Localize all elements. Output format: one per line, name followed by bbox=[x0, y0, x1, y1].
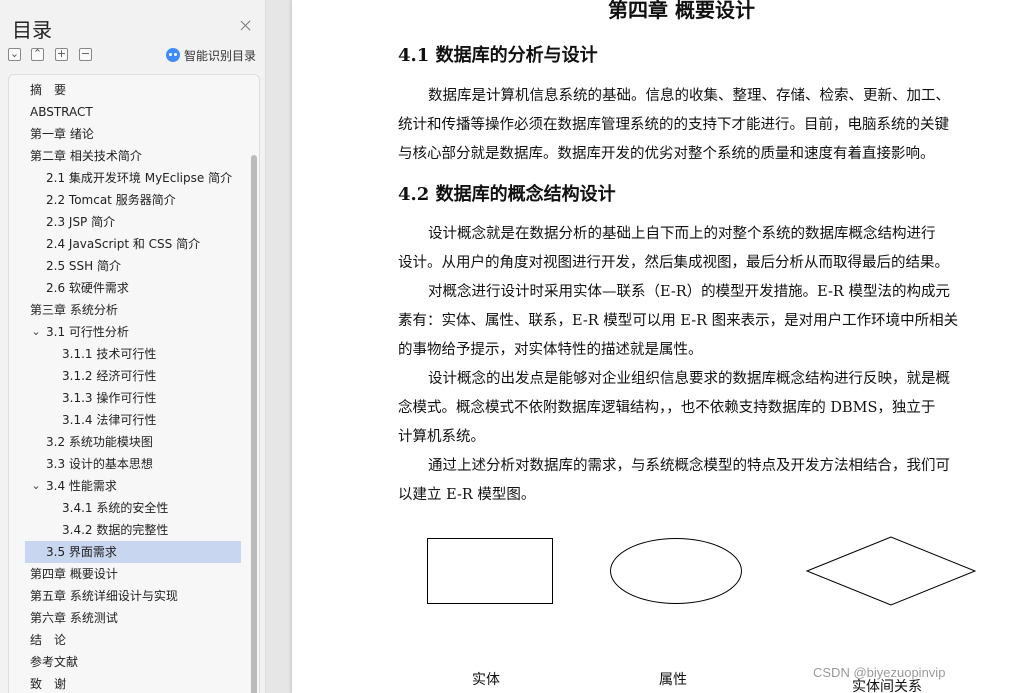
toc-item[interactable]: 2.6 软硬件需求 bbox=[25, 277, 241, 299]
toc-item[interactable]: ⌄ 3.4 性能需求 bbox=[25, 475, 241, 497]
paragraph-line: 设计概念的出发点是能够对企业组织信息要求的数据库概念结构进行反映，就是概 bbox=[428, 371, 950, 387]
chevron-right-icon[interactable]: › bbox=[25, 123, 26, 145]
toc-item[interactable]: 摘 要 bbox=[25, 79, 241, 101]
document-page: 第四章 概要设计 4.1 数据库的分析与设计 数据库是计算机信息系统的基础。信息… bbox=[292, 0, 1009, 693]
toc-item[interactable]: 3.2 系统功能模块图 bbox=[25, 431, 241, 453]
toc-item[interactable]: › 第五章 系统详细设计与实现 bbox=[25, 585, 241, 607]
figure-caption-entity: 实体 bbox=[472, 672, 500, 688]
toc-item-label: 2.5 SSH 简介 bbox=[46, 259, 121, 273]
section-heading-4-1: 4.1 数据库的分析与设计 bbox=[398, 45, 598, 66]
toc-item[interactable]: › 第四章 概要设计 bbox=[25, 563, 241, 585]
toc-item[interactable]: 2.1 集成开发环境 MyEclipse 简介 bbox=[25, 167, 241, 189]
toc-item[interactable]: ⌄ 第三章 系统分析 bbox=[25, 299, 241, 321]
toc-item-label: 参考文献 bbox=[30, 655, 79, 669]
toc-item-label: 3.2 系统功能模块图 bbox=[46, 435, 153, 449]
toc-item[interactable]: 3.1.4 法律可行性 bbox=[25, 409, 241, 431]
chevron-right-icon[interactable]: › bbox=[25, 585, 26, 607]
section-heading-4-2: 4.2 数据库的概念结构设计 bbox=[398, 184, 616, 205]
toc-item[interactable]: 3.5 界面需求 bbox=[25, 541, 241, 563]
toc-item[interactable]: 3.1.3 操作可行性 bbox=[25, 387, 241, 409]
expand-level-button[interactable]: ⌃ bbox=[31, 47, 44, 61]
toc-item-label: 3.1 可行性分析 bbox=[46, 325, 129, 339]
toc-item[interactable]: › 第六章 系统测试 bbox=[25, 607, 241, 629]
toc-item-label: 第二章 相关技术简介 bbox=[30, 149, 142, 163]
toc-item-label: 第五章 系统详细设计与实现 bbox=[30, 589, 178, 603]
toc-item[interactable]: 2.3 JSP 简介 bbox=[25, 211, 241, 233]
close-icon[interactable] bbox=[238, 18, 254, 34]
toc-item-label: 3.1.2 经济可行性 bbox=[62, 369, 157, 383]
paragraph-line: 统计和传播等操作必须在数据库管理系统的的支持下才能进行。目前，电脑系统的关键 bbox=[398, 117, 949, 133]
shrink-button[interactable]: − bbox=[79, 47, 92, 61]
figure-caption-attribute: 属性 bbox=[659, 672, 687, 688]
toc-item-label: 3.4.1 系统的安全性 bbox=[62, 501, 169, 515]
toc-item[interactable]: ABSTRACT bbox=[25, 101, 241, 123]
toc-item-label: 第三章 系统分析 bbox=[30, 303, 118, 317]
relationship-diamond-shape bbox=[806, 536, 976, 606]
toc-item-label: 第一章 绪论 bbox=[30, 127, 94, 141]
toc-item[interactable]: ⌄ 3.1 可行性分析 bbox=[25, 321, 241, 343]
paragraph-line: 对概念进行设计时采用实体—联系（E-R）的模型开发措施。E-R 模型法的构成元 bbox=[428, 284, 950, 300]
paragraph-line: 设计。从用户的角度对视图进行开发，然后集成视图，最后分析从而取得最后的结果。 bbox=[398, 255, 949, 271]
paragraph-line: 的事物给予提示，对实体特性的描述就是属性。 bbox=[398, 342, 703, 358]
chevron-down-icon[interactable]: ⌄ bbox=[25, 299, 26, 321]
toc-item[interactable]: 3.4.2 数据的完整性 bbox=[25, 519, 241, 541]
toc-item[interactable]: 致 谢 bbox=[25, 673, 241, 693]
expand-button[interactable]: + bbox=[55, 47, 68, 61]
toc-item-label: 3.1.4 法律可行性 bbox=[62, 413, 157, 427]
paragraph-line: 以建立 E-R 模型图。 bbox=[398, 487, 536, 503]
ai-toc-label: 智能识别目录 bbox=[184, 48, 257, 63]
toc-item[interactable]: 3.1.1 技术可行性 bbox=[25, 343, 241, 365]
paragraph-line: 与核心部分就是数据库。数据库开发的优劣对整个系统的质量和速度有着直接影响。 bbox=[398, 146, 935, 162]
ai-toc-button[interactable]: 智能识别目录 bbox=[166, 47, 256, 63]
ai-robot-icon bbox=[166, 48, 180, 62]
chevron-down-icon[interactable]: ⌄ bbox=[25, 145, 26, 167]
toc-item-label: 3.3 设计的基本思想 bbox=[46, 457, 153, 471]
toc-item-label: 3.5 界面需求 bbox=[46, 545, 117, 559]
paragraph-line: 念模式。概念模式不依附数据库逻辑结构，，也不依赖支持数据库的 DBMS，独立于 bbox=[398, 400, 936, 416]
chevron-right-icon[interactable]: › bbox=[25, 607, 26, 629]
toc-item[interactable]: 2.2 Tomcat 服务器简介 bbox=[25, 189, 241, 211]
collapse-all-button[interactable]: ⌄ bbox=[8, 47, 21, 61]
toc-item-label: 结 论 bbox=[30, 633, 67, 647]
watermark: CSDN @biyezuopinvip bbox=[813, 665, 946, 680]
chevron-down-icon[interactable]: ⌄ bbox=[30, 321, 42, 343]
toc-item-label: 致 谢 bbox=[30, 677, 67, 691]
toc-item-label: 2.4 JavaScript 和 CSS 简介 bbox=[46, 237, 201, 251]
toc-item-label: 3.4 性能需求 bbox=[46, 479, 117, 493]
chapter-title: 第四章 概要设计 bbox=[608, 0, 755, 22]
toc-item-label: 3.4.2 数据的完整性 bbox=[62, 523, 169, 537]
toc-item-label: 2.2 Tomcat 服务器简介 bbox=[46, 193, 176, 207]
paragraph-line: 计算机系统。 bbox=[398, 429, 485, 445]
toc-item-label: 第四章 概要设计 bbox=[30, 567, 118, 581]
toc-item-label: 2.1 集成开发环境 MyEclipse 简介 bbox=[46, 171, 233, 185]
toc-item[interactable]: › 第一章 绪论 bbox=[25, 123, 241, 145]
toc-item-label: 3.1.3 操作可行性 bbox=[62, 391, 157, 405]
entity-rectangle-shape bbox=[427, 538, 553, 604]
toc-item-label: 2.3 JSP 简介 bbox=[46, 215, 116, 229]
toc-item[interactable]: 2.5 SSH 简介 bbox=[25, 255, 241, 277]
toc-item[interactable]: 3.4.1 系统的安全性 bbox=[25, 497, 241, 519]
toc-item-label: ABSTRACT bbox=[30, 105, 93, 119]
toc-list: 摘 要 ABSTRACT › 第一章 绪论 ⌄ 第二章 相关技术简介 2.1 集成开发环境 … bbox=[8, 74, 260, 693]
toc-item[interactable]: 3.1.2 经济可行性 bbox=[25, 365, 241, 387]
paragraph-line: 设计概念就是在数据分析的基础上自下而上的对整个系统的数据库概念结构进行 bbox=[428, 226, 936, 242]
toc-item-label: 2.6 软硬件需求 bbox=[46, 281, 129, 295]
scrollbar-thumb[interactable] bbox=[251, 155, 257, 693]
toc-item[interactable]: 参考文献 bbox=[25, 651, 241, 673]
chevron-down-icon[interactable]: ⌄ bbox=[30, 475, 42, 497]
toc-item[interactable]: ⌄ 第二章 相关技术简介 bbox=[25, 145, 241, 167]
chevron-right-icon[interactable]: › bbox=[25, 563, 26, 585]
toc-sidebar: 目录 ⌄ ⌃ + − 智能识别目录 摘 要 ABSTRACT › 第一章 绪论 ⌄ 第二章… bbox=[0, 0, 266, 693]
toc-item-label: 3.1.1 技术可行性 bbox=[62, 347, 157, 361]
toc-item-label: 摘 要 bbox=[30, 83, 67, 97]
paragraph-line: 数据库是计算机信息系统的基础。信息的收集、整理、存储、检索、更新、加工、 bbox=[428, 88, 950, 104]
toc-item-label: 第六章 系统测试 bbox=[30, 611, 118, 625]
paragraph-line: 通过上述分析对数据库的需求，与系统概念模型的特点及开发方法相结合，我们可 bbox=[428, 458, 950, 474]
paragraph-line: 素有：实体、属性、联系，E-R 模型可以用 E-R 图来表示，是对用户工作环境中… bbox=[398, 313, 959, 329]
toc-item[interactable]: 3.3 设计的基本思想 bbox=[25, 453, 241, 475]
toc-item[interactable]: 2.4 JavaScript 和 CSS 简介 bbox=[25, 233, 241, 255]
toc-item[interactable]: 结 论 bbox=[25, 629, 241, 651]
attribute-ellipse-shape bbox=[610, 538, 742, 604]
sidebar-title: 目录 bbox=[12, 18, 52, 42]
